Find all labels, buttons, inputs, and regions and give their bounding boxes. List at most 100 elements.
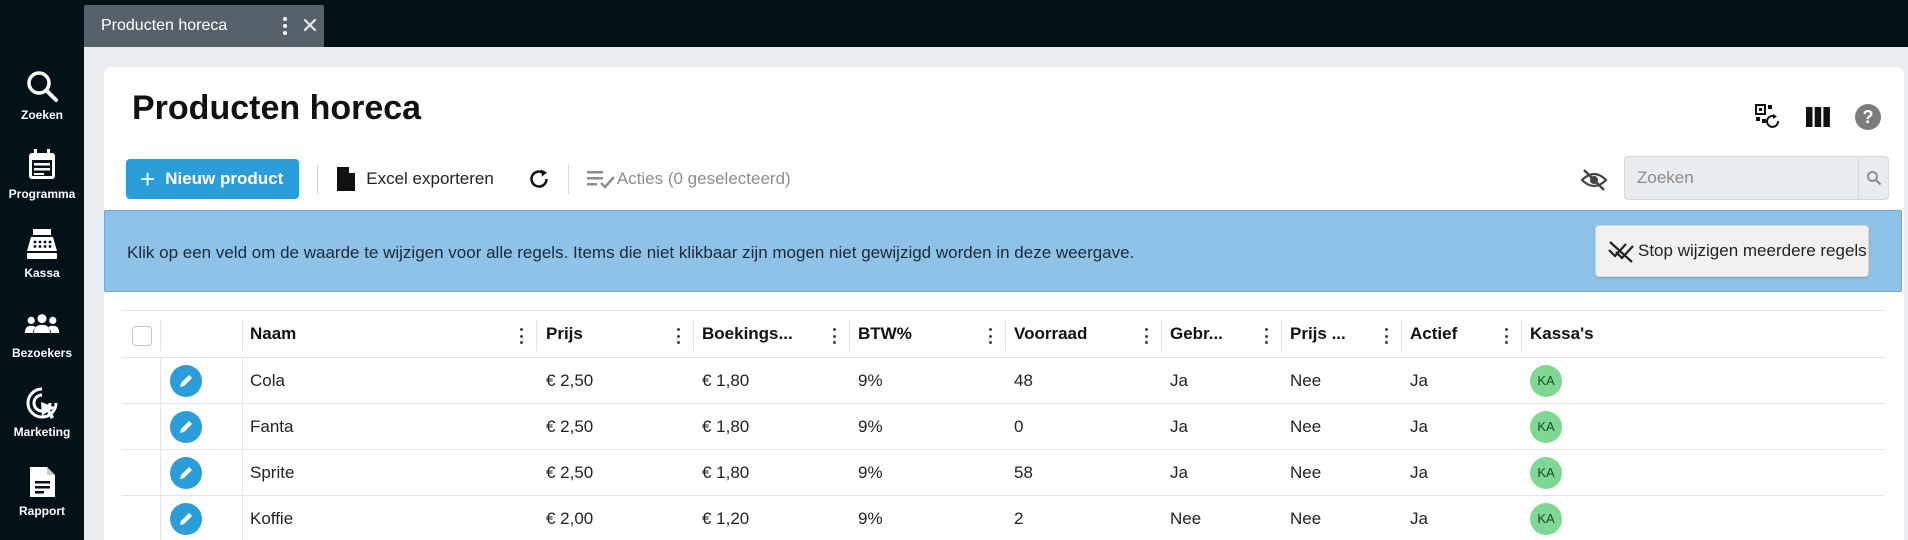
cell-voorraad[interactable]: 2 [1014, 496, 1023, 540]
column-header-actief[interactable]: Actief [1410, 311, 1457, 357]
tab-menu-icon[interactable] [274, 11, 296, 41]
cell-boekings[interactable]: € 1,80 [702, 404, 749, 449]
new-product-button[interactable]: + Nieuw product [126, 159, 300, 199]
cell-voorraad[interactable]: 0 [1014, 404, 1023, 449]
stop-multi-edit-button[interactable]: Stop wijzigen meerdere regels [1595, 225, 1869, 277]
cell-kassas[interactable]: KA [1530, 496, 1562, 540]
cell-prijs[interactable]: € 2,00 [546, 496, 593, 540]
column-header-prijs[interactable]: Prijs [546, 311, 583, 357]
sidebar-item-label: Programma [8, 187, 76, 201]
cell-boekings[interactable]: € 1,20 [702, 496, 749, 540]
sidebar-item-label: Rapport [19, 504, 65, 518]
cell-voorraad[interactable]: 58 [1014, 450, 1033, 495]
column-menu-icon[interactable] [831, 328, 837, 344]
sidebar-item-marketing[interactable]: Marketing [0, 373, 84, 453]
column-header-prijs-2[interactable]: Prijs ... [1290, 311, 1346, 357]
column-menu-icon[interactable] [1503, 328, 1509, 344]
excel-export-label: Excel exporteren [366, 169, 494, 188]
cell-prijs[interactable]: € 2,50 [546, 404, 593, 449]
cell-gebr[interactable]: Ja [1170, 450, 1188, 495]
close-icon[interactable]: ✕ [296, 13, 324, 39]
cell-prijs-2[interactable]: Nee [1290, 496, 1321, 540]
column-header-btw[interactable]: BTW% [858, 311, 912, 357]
column-header-kassas[interactable]: Kassa's [1530, 311, 1594, 357]
cell-prijs-2[interactable]: Nee [1290, 450, 1321, 495]
cell-kassas[interactable]: KA [1530, 450, 1562, 495]
edit-button[interactable] [170, 503, 202, 535]
refresh-icon [530, 169, 548, 188]
actions-button[interactable]: Acties (0 geselecteerd) [586, 169, 791, 189]
column-menu-icon[interactable] [1143, 328, 1149, 344]
cell-actief[interactable]: Ja [1410, 358, 1428, 403]
cell-gebr[interactable]: Ja [1170, 404, 1188, 449]
cell-actief[interactable]: Ja [1410, 496, 1428, 540]
cell-gebr[interactable]: Nee [1170, 496, 1201, 540]
qr-refresh-icon[interactable] [1754, 103, 1782, 131]
columns-icon[interactable] [1804, 103, 1832, 131]
column-menu-icon[interactable] [987, 328, 993, 344]
cell-boekings[interactable]: € 1,80 [702, 450, 749, 495]
tab-title: Producten horeca [101, 17, 228, 34]
column-header-gebr[interactable]: Gebr... [1170, 311, 1223, 357]
column-header-boekings[interactable]: Boekings... [702, 311, 793, 357]
edit-button[interactable] [170, 457, 202, 489]
cell-boekings[interactable]: € 1,80 [702, 358, 749, 403]
pencil-icon [180, 467, 192, 479]
cell-naam[interactable]: Cola [250, 358, 285, 403]
header-icons: ? [1754, 103, 1882, 131]
sidebar-item-bezoekers[interactable]: Bezoekers [0, 294, 84, 374]
content-card: Producten horeca ? + Nieuw product Excel… [104, 67, 1904, 540]
cell-btw[interactable]: 9% [858, 450, 883, 495]
cell-naam[interactable]: Sprite [250, 450, 294, 495]
calendar-icon [29, 149, 55, 179]
sidebar-item-rapport[interactable]: Rapport [0, 452, 84, 532]
column-menu-icon[interactable] [518, 328, 524, 344]
help-icon[interactable]: ? [1854, 103, 1882, 131]
kassa-badge: KA [1530, 410, 1562, 443]
sidebar-item-label: Bezoekers [11, 346, 73, 360]
cell-kassas[interactable]: KA [1530, 358, 1562, 403]
edit-button[interactable] [170, 411, 202, 443]
cell-voorraad[interactable]: 48 [1014, 358, 1033, 403]
sidebar-item-kassa[interactable]: Kassa [0, 214, 84, 294]
tab-producten-horeca[interactable]: Producten horeca ✕ [84, 5, 324, 47]
edit-button[interactable] [170, 365, 202, 397]
column-header-voorraad[interactable]: Voorraad [1014, 311, 1087, 357]
cell-naam[interactable]: Fanta [250, 404, 293, 449]
select-all-checkbox[interactable] [132, 326, 152, 346]
refresh-button[interactable] [528, 168, 560, 190]
excel-export-button[interactable]: Excel exporteren [336, 166, 494, 192]
sidebar-item-zoeken[interactable]: Zoeken [0, 56, 84, 136]
pencil-icon [180, 513, 192, 525]
column-header-naam[interactable]: Naam [250, 311, 296, 357]
cell-prijs[interactable]: € 2,50 [546, 358, 593, 403]
cell-btw[interactable]: 9% [858, 358, 883, 403]
sidebar-item-programma[interactable]: Programma [0, 135, 84, 215]
cell-prijs-2[interactable]: Nee [1290, 358, 1321, 403]
column-menu-icon[interactable] [675, 328, 681, 344]
cell-btw[interactable]: 9% [858, 404, 883, 449]
eye-off-icon[interactable] [1580, 166, 1608, 194]
column-menu-icon[interactable] [1263, 328, 1269, 344]
column-menu-icon[interactable] [1383, 328, 1389, 344]
cell-actief[interactable]: Ja [1410, 450, 1428, 495]
cell-naam[interactable]: Koffie [250, 496, 293, 540]
search-box [1624, 156, 1889, 200]
toolbar: + Nieuw product Excel exporteren Acties … [126, 158, 791, 200]
people-icon [24, 314, 60, 333]
cell-actief[interactable]: Ja [1410, 404, 1428, 449]
list-check-icon [586, 171, 615, 189]
banner-message: Klik op een veld om de waarde te wijzige… [127, 243, 1135, 262]
new-product-label: Nieuw product [165, 169, 284, 188]
search-button[interactable] [1858, 157, 1888, 199]
main-area: Producten horeca ? + Nieuw product Excel… [84, 47, 1908, 540]
search-input[interactable] [1625, 157, 1858, 199]
search-icon [1866, 171, 1881, 186]
cell-prijs-2[interactable]: Nee [1290, 404, 1321, 449]
cash-register-icon [27, 229, 57, 259]
cell-gebr[interactable]: Ja [1170, 358, 1188, 403]
cell-btw[interactable]: 9% [858, 496, 883, 540]
cell-prijs[interactable]: € 2,50 [546, 450, 593, 495]
cell-kassas[interactable]: KA [1530, 404, 1562, 449]
products-table: Naam Prijs Boekings... BTW% Voorraad Geb… [122, 310, 1884, 540]
